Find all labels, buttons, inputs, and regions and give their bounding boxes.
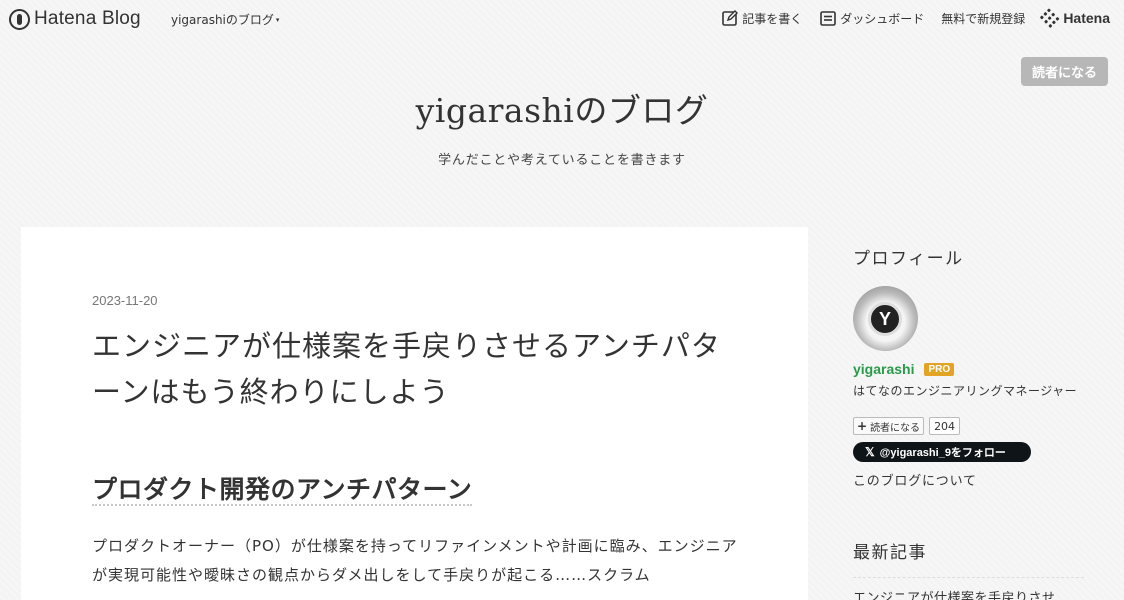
dashboard-label: ダッシュボード: [840, 11, 925, 26]
follow-label: @yigarashi_9をフォロー: [879, 447, 1006, 459]
signup-label: 無料で新規登録: [941, 11, 1026, 26]
x-follow-button[interactable]: 𝕏 @yigarashi_9をフォロー: [853, 442, 1031, 462]
x-logo-icon: 𝕏: [865, 445, 875, 459]
reader-row: + 読者になる 204: [853, 417, 961, 435]
avatar-letter: Y: [868, 302, 902, 336]
pencil-square-icon: [722, 10, 739, 26]
header-actions: 記事を書く ダッシュボード 無料で新規登録 Hatena: [704, 7, 1110, 29]
write-article-label: 記事を書く: [742, 11, 803, 26]
dashboard-link[interactable]: ダッシュボード: [819, 9, 924, 27]
reader-button-label: 読者になる: [870, 422, 921, 434]
profile-description: はてなのエンジニアリングマネージャー: [853, 384, 1078, 398]
avatar[interactable]: Y: [853, 286, 918, 351]
write-article-link[interactable]: 記事を書く: [721, 9, 802, 27]
subscribe-button[interactable]: 読者になる: [1021, 57, 1108, 86]
article-card: 2023-11-20 エンジニアが仕様案を手戻りさせるアンチパターンはもう終わり…: [21, 227, 808, 600]
blog-menu-label: yigarashiのブログ: [171, 13, 274, 27]
heading-text: プロダクト開発のアンチパターン: [92, 475, 473, 506]
signup-link[interactable]: 無料で新規登録: [941, 10, 1025, 27]
section-heading: プロダクト開発のアンチパターン: [92, 470, 473, 506]
profile-name-row: yigarashi PRO: [853, 361, 955, 377]
recent-divider: [853, 577, 1084, 578]
about-blog-link[interactable]: このブログについて: [853, 470, 977, 489]
hatena-blog-logo-icon: [9, 8, 30, 30]
reader-subscribe-button[interactable]: + 読者になる: [853, 417, 925, 435]
profile-title: プロフィール: [853, 249, 964, 269]
entry-date[interactable]: 2023-11-20: [92, 293, 158, 308]
dashboard-list-icon: [820, 11, 837, 26]
chevron-down-icon: ▾: [275, 16, 280, 24]
entry-paragraph: プロダクトオーナー（PO）が仕様案を持ってリファインメントや計画に臨み、エンジニ…: [92, 537, 738, 584]
hatena-blog-logo[interactable]: Hatena Blog: [9, 7, 141, 31]
profile-user-id[interactable]: yigarashi: [853, 361, 914, 377]
blog-description: 学んだことや考えていることを書きます: [438, 153, 686, 168]
hatena-menu[interactable]: Hatena: [1040, 7, 1110, 29]
recent-entries-title: 最新記事: [853, 543, 927, 563]
logo-text: Hatena Blog: [34, 8, 141, 29]
global-header: Hatena Blog yigarashiのブログ ▾ 記事を書く ダッシュボー…: [0, 0, 1124, 38]
blog-title[interactable]: yigarashiのブログ: [0, 84, 1124, 132]
plus-icon: +: [857, 419, 868, 433]
blog-menu-dropdown[interactable]: yigarashiのブログ ▾: [171, 11, 279, 28]
hatena-dots-icon: [1040, 7, 1061, 29]
entry-title[interactable]: エンジニアが仕様案を手戻りさせるアンチパターンはもう終わりにしよう: [92, 323, 732, 415]
reader-count: 204: [929, 417, 961, 435]
sidebar: プロフィール Y yigarashi PRO はてなのエンジニアリングマネージャ…: [853, 244, 1088, 600]
pro-badge: PRO: [924, 362, 955, 376]
hatena-label: Hatena: [1063, 10, 1110, 26]
recent-entry-link[interactable]: エンジニアが仕様案を手戻りさせ: [853, 587, 1084, 600]
